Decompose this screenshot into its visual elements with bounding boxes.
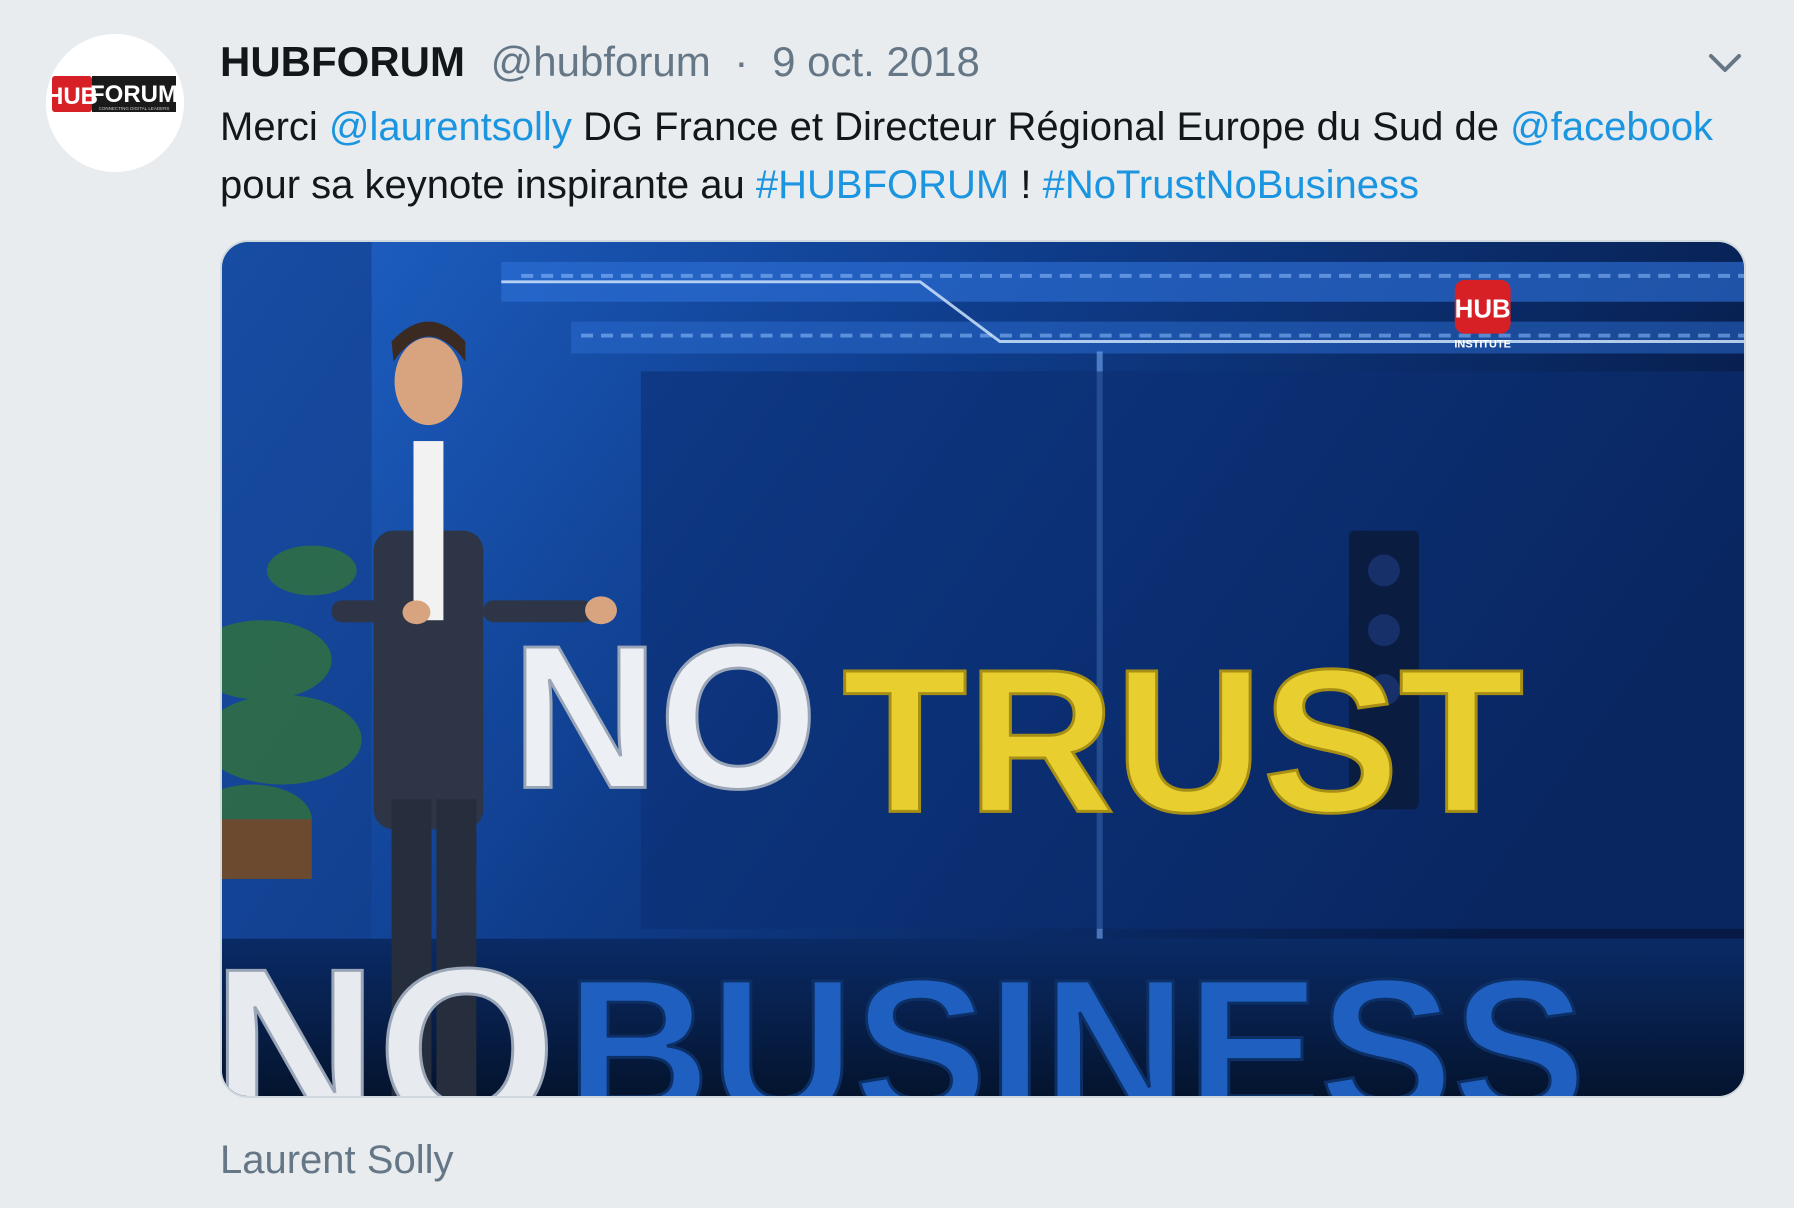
tweet-photo[interactable]: NO TRUST NO BUSINESS HUB INSTITUTE <box>220 240 1746 1098</box>
text-segment: pour sa keynote inspirante au <box>220 163 756 207</box>
sign-no: NO <box>511 604 818 832</box>
logo-forum-text: FORUM <box>90 81 178 108</box>
display-name[interactable]: HUBFORUM <box>220 38 465 85</box>
sign-no-2: NO <box>222 921 556 1096</box>
separator-dot: · <box>734 38 749 85</box>
mention-facebook[interactable]: @facebook <box>1510 105 1713 149</box>
hubforum-logo: HUB FORUM CONNECTING DIGITAL LEADERS <box>46 34 184 172</box>
text-segment: DG France et Directeur Régional Europe d… <box>571 105 1511 149</box>
sign-business: BUSINESS <box>566 939 1586 1096</box>
photo-caption[interactable]: Laurent Solly <box>220 1132 453 1188</box>
chevron-down-icon[interactable] <box>1702 40 1748 86</box>
avatar[interactable]: HUB FORUM CONNECTING DIGITAL LEADERS <box>46 34 184 172</box>
sign-trust: TRUST <box>842 628 1523 856</box>
tweet-header: HUBFORUM @hubforum · 9 oct. 2018 <box>220 34 980 90</box>
tweet: HUB FORUM CONNECTING DIGITAL LEADERS HUB… <box>0 0 1794 1208</box>
text-segment: ! <box>1009 163 1043 207</box>
text-segment: Merci <box>220 105 329 149</box>
tweet-date[interactable]: 9 oct. 2018 <box>772 38 980 85</box>
hashtag-hubforum[interactable]: #HUBFORUM <box>756 163 1009 207</box>
watermark-hub: HUB <box>1455 296 1511 324</box>
handle[interactable]: @hubforum <box>491 38 711 85</box>
logo-tagline-text: CONNECTING DIGITAL LEADERS <box>99 106 170 111</box>
hashtag-notrustnobusiness[interactable]: #NoTrustNoBusiness <box>1043 163 1419 207</box>
mention-laurentsolly[interactable]: @laurentsolly <box>329 105 572 149</box>
watermark-institute: INSTITUTE <box>1454 339 1511 351</box>
tweet-text: Merci @laurentsolly DG France et Directe… <box>220 98 1760 214</box>
